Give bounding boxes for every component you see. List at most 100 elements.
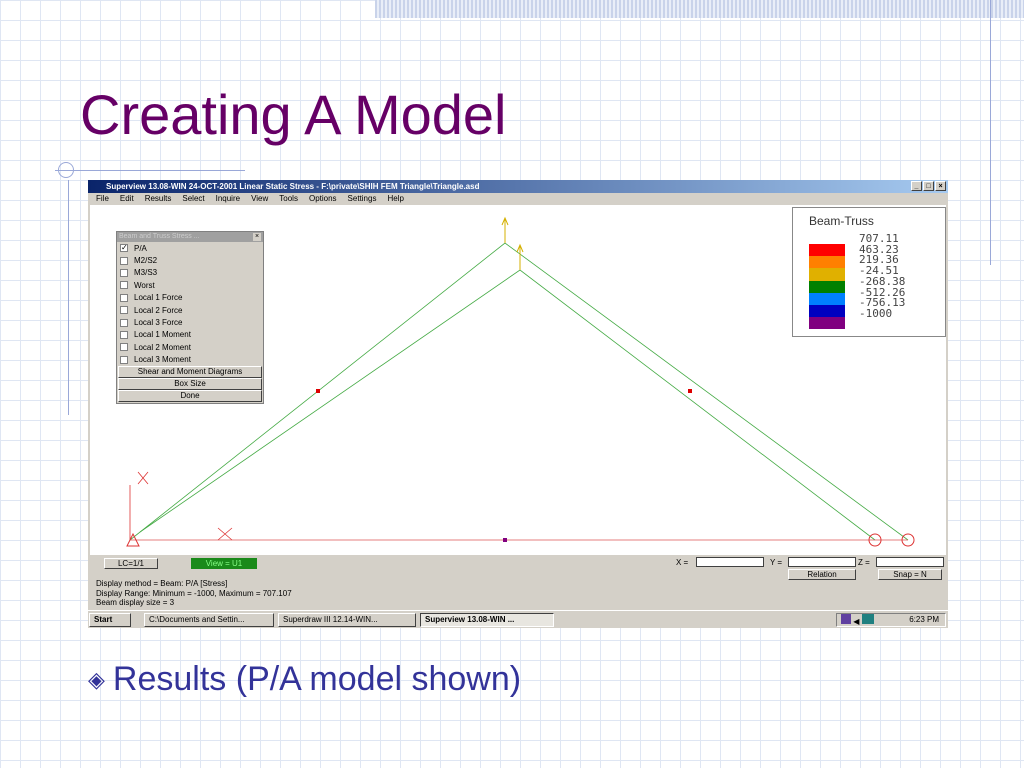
checkbox-icon[interactable] [120, 293, 128, 302]
slide-title: Creating A Model [80, 83, 507, 146]
checkbox-icon[interactable] [120, 306, 128, 315]
option-local-3-moment[interactable]: Local 3 Moment [117, 354, 263, 366]
checkbox-icon[interactable] [120, 318, 128, 327]
option-label: Local 3 Moment [134, 355, 191, 365]
option-label: Local 3 Force [134, 318, 183, 328]
shear-and-moment-diagrams-button[interactable]: Shear and Moment Diagrams [118, 365, 262, 378]
box-size-button[interactable]: Box Size [118, 377, 262, 390]
tray-network-icon[interactable] [861, 614, 874, 624]
option-m3-s3[interactable]: M3/S3 [117, 267, 263, 279]
bullet-text: Results (P/A model shown) [112, 660, 522, 698]
status-line: Beam display size = 3 [96, 598, 175, 607]
node-marker [688, 389, 692, 393]
checkbox-icon[interactable] [120, 268, 128, 277]
decorative-line [990, 0, 991, 265]
menu-view[interactable]: View [251, 193, 268, 205]
legend-value: -1000 [859, 306, 893, 320]
option-local-1-moment[interactable]: Local 1 Moment [117, 329, 263, 341]
model-canvas[interactable]: Beam and Truss Stress ... × ✓ P/A M2/S2 M3/S… [90, 205, 946, 555]
option-local-2-moment[interactable]: Local 2 Moment [117, 341, 263, 353]
legend-swatch [809, 317, 845, 330]
color-legend: Beam-Truss 707.11 463.23 219.36 -24.51 -268.… [792, 207, 946, 337]
option-m2-s2[interactable]: M2/S2 [117, 254, 263, 266]
option-local-2-force[interactable]: Local 2 Force [117, 304, 263, 316]
menu-tools[interactable]: Tools [279, 193, 298, 205]
tray-speaker-icon[interactable]: ◀ [853, 617, 859, 626]
legend-swatch [809, 280, 845, 293]
option-label: Local 2 Force [134, 305, 183, 315]
status-area: LC=1/1 View = U1 X = Y = Z = Relation Sn… [88, 555, 948, 610]
done-button[interactable]: Done [118, 389, 262, 402]
diamond-bullet-icon: ◈ [88, 666, 105, 692]
checkbox-icon[interactable]: ✓ [120, 244, 128, 253]
bullet-item: ◈ Results (P/A model shown) [88, 660, 521, 699]
option-label: M2/S2 [134, 256, 158, 266]
checkbox-icon[interactable] [120, 256, 128, 265]
menu-file[interactable]: File [96, 193, 109, 205]
checkbox-icon[interactable] [120, 281, 128, 290]
x-input[interactable] [696, 557, 764, 567]
legend-swatch [809, 256, 845, 269]
menu-bar: File Edit Results Select Inquire View Tools Opt… [88, 193, 948, 205]
status-line: Display Range: Minimum = -1000, Maximum … [96, 588, 292, 598]
axis-marker [217, 527, 233, 541]
legend-swatch [809, 244, 845, 257]
checkbox-icon[interactable] [120, 343, 128, 352]
menu-edit[interactable]: Edit [120, 193, 134, 205]
snap-button[interactable]: Snap = N [878, 569, 942, 580]
option-label: Local 2 Moment [134, 342, 191, 352]
z-label: Z = [858, 558, 870, 567]
legend-swatch [809, 304, 845, 318]
view-indicator[interactable]: View = U1 [191, 558, 257, 569]
panel-close-button[interactable]: × [253, 233, 261, 241]
legend-swatch [809, 292, 845, 305]
start-button[interactable]: Start [89, 613, 131, 627]
menu-select[interactable]: Select [182, 193, 204, 205]
option-p-a[interactable]: ✓ P/A [117, 242, 263, 254]
taskbar-item-explorer[interactable]: C:\Documents and Settin... [144, 613, 274, 627]
beam-truss-stress-panel: Beam and Truss Stress ... × ✓ P/A M2/S2 M3/S… [116, 231, 264, 404]
taskbar-item-superview[interactable]: Superview 13.08-WIN ... [420, 613, 554, 627]
taskbar: Start C:\Documents and Settin... Superdr… [88, 610, 948, 628]
decorative-circle [58, 162, 74, 178]
option-local-3-force[interactable]: Local 3 Force [117, 316, 263, 328]
taskbar-item-superdraw[interactable]: Superdraw III 12.14-WIN... [278, 613, 416, 627]
decorative-band [375, 0, 1024, 18]
node-marker [503, 538, 507, 542]
y-label: Y = [770, 558, 783, 567]
load-case-button[interactable]: LC=1/1 [104, 558, 158, 569]
menu-help[interactable]: Help [387, 193, 403, 205]
maximize-button[interactable]: □ [923, 181, 934, 191]
checkbox-icon[interactable] [120, 330, 128, 339]
decorative-line [68, 180, 69, 415]
checkbox-icon[interactable] [120, 355, 128, 364]
minimize-button[interactable]: _ [911, 181, 922, 191]
system-tray: ◀ 6:23 PM [836, 613, 946, 627]
window-titlebar: Superview 13.08-WIN 24-OCT-2001 Linear S… [88, 180, 948, 193]
z-input[interactable] [876, 557, 944, 567]
relation-button[interactable]: Relation [788, 569, 856, 580]
panel-title: Beam and Truss Stress ... [119, 233, 200, 240]
tray-shield-icon[interactable] [841, 614, 851, 624]
option-label: M3/S3 [134, 268, 158, 278]
window-title: Superview 13.08-WIN 24-OCT-2001 Linear S… [106, 182, 480, 191]
app-screenshot: Superview 13.08-WIN 24-OCT-2001 Linear S… [88, 180, 948, 628]
axis-marker [137, 471, 149, 485]
option-label: Worst [134, 280, 155, 290]
option-worst[interactable]: Worst [117, 279, 263, 291]
menu-options[interactable]: Options [309, 193, 337, 205]
start-label: Start [94, 615, 113, 624]
legend-swatch [809, 268, 845, 281]
x-label: X = [676, 558, 689, 567]
menu-inquire[interactable]: Inquire [216, 193, 240, 205]
clock: 6:23 PM [909, 615, 939, 624]
option-label: Local 1 Moment [134, 330, 191, 340]
menu-settings[interactable]: Settings [348, 193, 377, 205]
option-local-1-force[interactable]: Local 1 Force [117, 292, 263, 304]
menu-results[interactable]: Results [145, 193, 172, 205]
status-line: Display method = Beam: P/A [Stress] [96, 579, 228, 588]
node-marker [316, 389, 320, 393]
y-input[interactable] [788, 557, 856, 567]
close-button[interactable]: × [935, 181, 946, 191]
option-label: P/A [134, 243, 147, 253]
